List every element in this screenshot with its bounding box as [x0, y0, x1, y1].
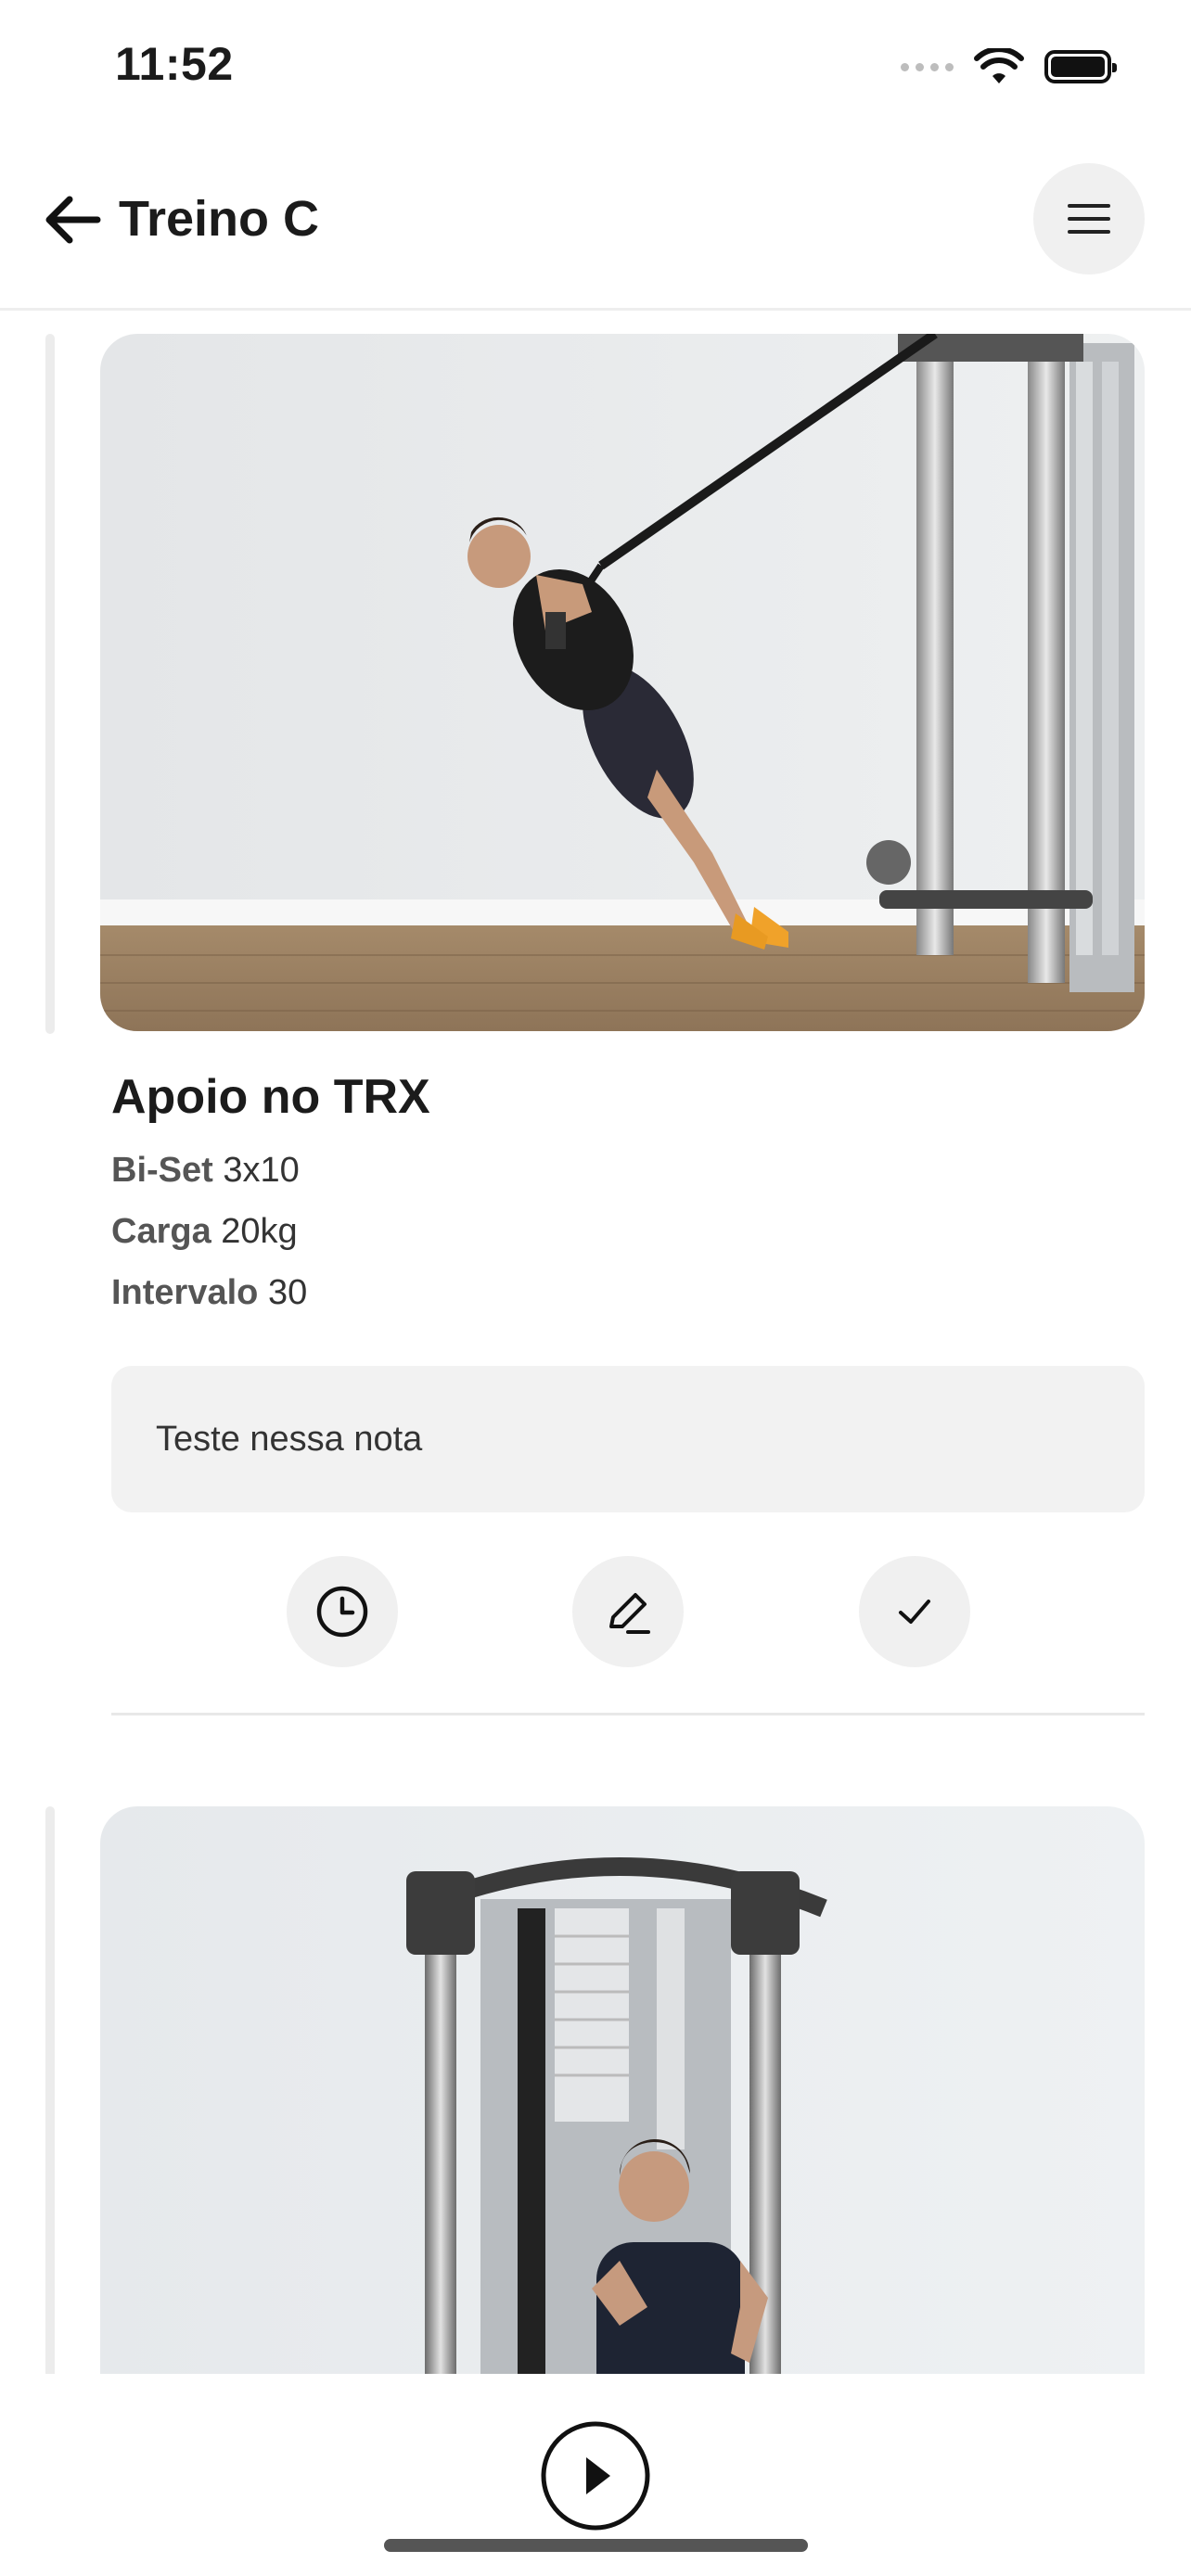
exercise-set: Bi-Set 3x10 — [111, 1151, 300, 1191]
set-value: 3x10 — [223, 1151, 300, 1190]
app-header: Treino C — [0, 139, 1191, 311]
card-rail — [45, 334, 55, 1034]
pencil-icon — [609, 1593, 650, 1634]
exercise-name: Apoio no TRX — [111, 1070, 430, 1124]
load-value: 20kg — [221, 1212, 298, 1251]
card-rail — [45, 1806, 55, 2374]
play-icon — [541, 2421, 650, 2531]
status-icons — [901, 43, 1117, 91]
card-divider — [111, 1713, 1145, 1715]
exercise-card — [0, 1783, 1191, 2374]
check-icon — [899, 1600, 930, 1624]
page-title: Treino C — [119, 191, 320, 247]
set-label: Bi-Set — [111, 1151, 213, 1190]
exercise-image — [100, 334, 1145, 1031]
clock-icon — [316, 1586, 368, 1638]
edit-note-button[interactable] — [572, 1556, 684, 1667]
signal-icon — [901, 62, 954, 71]
status-time: 11:52 — [115, 38, 234, 90]
battery-icon — [1044, 50, 1117, 83]
menu-button[interactable] — [1033, 163, 1145, 274]
home-indicator — [384, 2539, 808, 2552]
exercise-card: Apoio no TRX Bi-Set 3x10 Carga 20kg Inte… — [0, 311, 1191, 1739]
timer-button[interactable] — [287, 1556, 398, 1667]
rest-value: 30 — [267, 1273, 308, 1312]
exercise-image — [100, 1806, 1145, 2374]
exercise-photo[interactable] — [100, 1806, 1145, 2374]
exercise-list[interactable]: Apoio no TRX Bi-Set 3x10 Carga 20kg Inte… — [0, 311, 1191, 2374]
hamburger-icon — [1068, 204, 1110, 234]
bottom-bar — [0, 2374, 1191, 2576]
exercise-rest: Intervalo 30 — [111, 1273, 307, 1313]
exercise-load: Carga 20kg — [111, 1212, 298, 1252]
load-label: Carga — [111, 1212, 211, 1251]
start-workout-button[interactable] — [540, 2420, 651, 2531]
back-button[interactable] — [39, 187, 104, 252]
complete-button[interactable] — [859, 1556, 970, 1667]
exercise-note[interactable]: Teste nessa nota — [111, 1366, 1145, 1512]
arrow-left-icon — [45, 196, 101, 244]
exercise-photo[interactable] — [100, 334, 1145, 1031]
rest-label: Intervalo — [111, 1273, 259, 1312]
wifi-icon — [974, 48, 1024, 83]
